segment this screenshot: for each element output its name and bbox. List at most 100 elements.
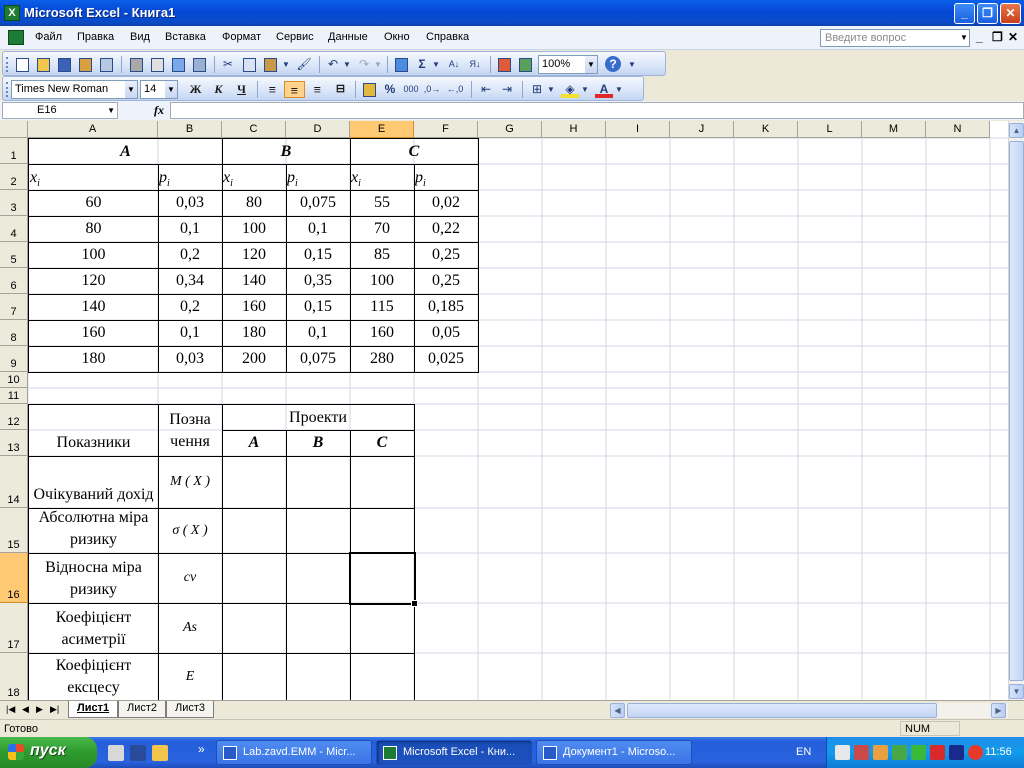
- data-cell[interactable]: 0,1: [286, 320, 351, 347]
- data-cell[interactable]: 0,35: [286, 268, 351, 295]
- first-sheet-icon[interactable]: |◀: [6, 704, 15, 715]
- row-header-11[interactable]: 11: [0, 388, 28, 404]
- quicklaunch-desktop-icon[interactable]: [108, 745, 124, 761]
- row-header-15[interactable]: 15: [0, 508, 28, 553]
- column-header-h[interactable]: H: [542, 121, 606, 138]
- font-color-icon[interactable]: A: [595, 81, 613, 98]
- scroll-left-icon[interactable]: ◀: [610, 703, 625, 718]
- name-box[interactable]: E16 ▼: [2, 102, 118, 119]
- indicator-label[interactable]: Коефіцієнт асиметрії: [28, 603, 159, 654]
- projects-header[interactable]: Проекти: [222, 404, 415, 431]
- workbook-icon[interactable]: [8, 30, 24, 45]
- row-header-7[interactable]: 7: [0, 294, 28, 320]
- data-cell[interactable]: 0,05: [414, 320, 479, 347]
- email-icon[interactable]: [97, 56, 115, 73]
- data-cell[interactable]: 0,15: [286, 294, 351, 321]
- borders-dropdown-icon[interactable]: ▼: [546, 81, 556, 98]
- copy-icon[interactable]: [240, 56, 258, 73]
- align-right-icon[interactable]: ≡: [307, 81, 328, 98]
- data-cell[interactable]: 0,03: [158, 346, 223, 373]
- project-header-c[interactable]: C: [350, 430, 415, 457]
- result-cell[interactable]: [222, 653, 287, 700]
- menu-edit[interactable]: Правка: [77, 31, 114, 43]
- column-header-i[interactable]: I: [606, 121, 670, 138]
- formula-input[interactable]: [170, 102, 1024, 119]
- menu-data[interactable]: Данные: [328, 31, 368, 43]
- data-cell[interactable]: 140: [28, 294, 159, 321]
- variable-header-x-3[interactable]: xi: [350, 164, 415, 191]
- drawing-icon[interactable]: [516, 56, 534, 73]
- spelling-icon[interactable]: [169, 56, 187, 73]
- minimize-button[interactable]: _: [954, 3, 975, 24]
- data-cell[interactable]: 100: [350, 268, 415, 295]
- data-cell[interactable]: 0,03: [158, 190, 223, 217]
- tray-volume-icon[interactable]: [854, 745, 869, 760]
- data-cell[interactable]: 0,15: [286, 242, 351, 269]
- variable-header-p-3[interactable]: pi: [414, 164, 479, 191]
- row-header-1[interactable]: 1: [0, 138, 28, 164]
- data-cell[interactable]: 0,22: [414, 216, 479, 243]
- data-cell[interactable]: 180: [222, 320, 287, 347]
- result-cell[interactable]: [222, 553, 287, 604]
- data-cell[interactable]: 80: [28, 216, 159, 243]
- variable-header-p-2[interactable]: pi: [286, 164, 351, 191]
- result-cell[interactable]: [350, 456, 415, 509]
- data-cell[interactable]: 280: [350, 346, 415, 373]
- data-cell[interactable]: 140: [222, 268, 287, 295]
- tray-app-icon[interactable]: [873, 745, 888, 760]
- row-header-9[interactable]: 9: [0, 346, 28, 372]
- format-painter-icon[interactable]: 🖌: [295, 56, 313, 73]
- data-cell[interactable]: 0,075: [286, 346, 351, 373]
- column-header-d[interactable]: D: [286, 121, 350, 138]
- menu-insert[interactable]: Вставка: [165, 31, 206, 43]
- vertical-scrollbar[interactable]: ▲ ▼: [1008, 121, 1024, 700]
- align-center-icon[interactable]: ≡: [284, 81, 305, 98]
- indicator-notation[interactable]: As: [158, 603, 223, 654]
- column-header-k[interactable]: K: [734, 121, 798, 138]
- data-cell[interactable]: 0,185: [414, 294, 479, 321]
- sheet-tab-3[interactable]: Лист3: [166, 701, 215, 718]
- menu-help[interactable]: Справка: [426, 31, 469, 43]
- row-header-13[interactable]: 13: [0, 430, 28, 456]
- indicator-notation[interactable]: M ( X ): [158, 456, 223, 509]
- indicator-notation[interactable]: E: [158, 653, 223, 700]
- merge-center-icon[interactable]: ⊟: [330, 81, 351, 98]
- project-header-b[interactable]: B: [286, 430, 351, 457]
- data-cell[interactable]: 0,25: [414, 242, 479, 269]
- menu-file[interactable]: Файл: [35, 31, 62, 43]
- column-header-j[interactable]: J: [670, 121, 734, 138]
- row-header-10[interactable]: 10: [0, 372, 28, 388]
- quicklaunch-media-icon[interactable]: [130, 745, 146, 761]
- data-cell[interactable]: 0,1: [158, 320, 223, 347]
- zoom-dropdown-icon[interactable]: ▼: [585, 56, 597, 73]
- row-header-18[interactable]: 18: [0, 653, 28, 700]
- increase-indent-icon[interactable]: ⇥: [498, 81, 516, 98]
- indicator-label[interactable]: Відносна міра ризику: [28, 553, 159, 604]
- close-button[interactable]: ✕: [1000, 3, 1021, 24]
- font-color-dropdown-icon[interactable]: ▼: [614, 81, 624, 98]
- result-cell[interactable]: [350, 508, 415, 554]
- currency-icon[interactable]: [360, 81, 378, 98]
- print-preview-icon[interactable]: [148, 56, 166, 73]
- quicklaunch-chevron-icon[interactable]: »: [198, 742, 205, 756]
- last-sheet-icon[interactable]: ▶|: [50, 704, 59, 715]
- indicators-header[interactable]: Показники: [28, 404, 159, 457]
- row-header-6[interactable]: 6: [0, 268, 28, 294]
- paste-icon[interactable]: [261, 56, 279, 73]
- new-icon[interactable]: [13, 56, 31, 73]
- row-header-4[interactable]: 4: [0, 216, 28, 242]
- name-box-dropdown-icon[interactable]: ▼: [107, 103, 115, 119]
- active-cell-cursor[interactable]: [349, 552, 418, 607]
- indicator-notation[interactable]: σ ( X ): [158, 508, 223, 554]
- help-search-dropdown-icon[interactable]: ▼: [958, 29, 970, 47]
- borders-icon[interactable]: ⊞: [528, 81, 546, 98]
- italic-button[interactable]: К: [208, 81, 229, 98]
- indicator-label[interactable]: Абсолютна міра ризику: [28, 508, 159, 554]
- row-header-12[interactable]: 12: [0, 404, 28, 430]
- font-name-select[interactable]: Times New Roman ▼: [11, 80, 138, 99]
- undo-dropdown-icon[interactable]: ▼: [342, 56, 352, 73]
- worksheet-grid[interactable]: ABCDEFGHIJKLMN 1 2 3 4 5 6 7 8 9 10 11 12 13 14 15 16 17…: [0, 121, 1008, 700]
- group-header-b[interactable]: B: [222, 138, 351, 165]
- sheet-tab-1[interactable]: Лист1: [68, 701, 119, 718]
- data-cell[interactable]: 55: [350, 190, 415, 217]
